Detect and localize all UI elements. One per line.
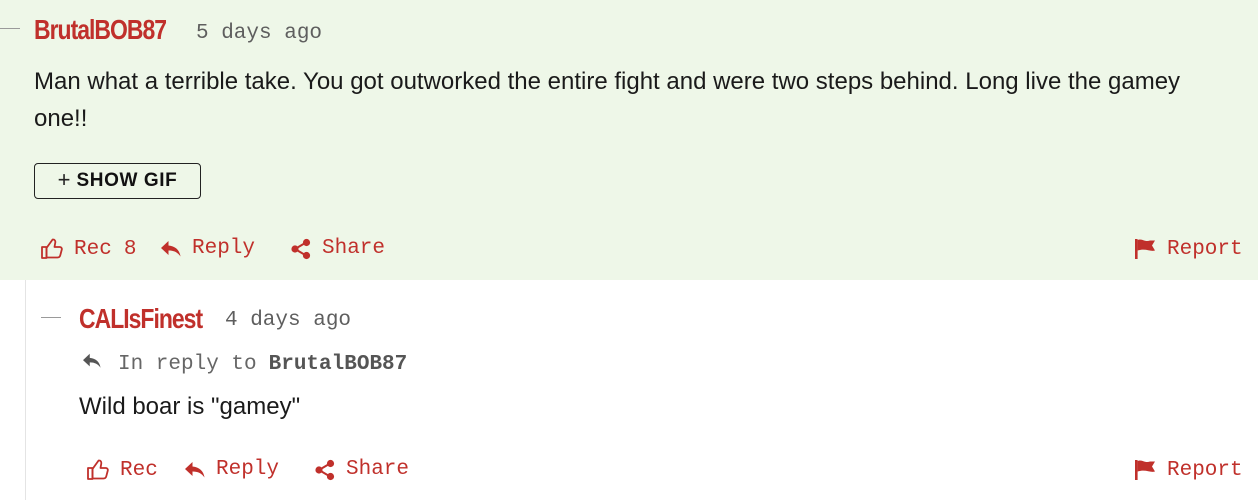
report-button[interactable]: Report [1133,237,1243,261]
comment-body: Wild boar is "gamey" [79,393,301,420]
rec-label: Rec [74,237,112,261]
reply-arrow-icon [184,460,206,480]
in-reply-to: In reply to BrutalBOB87 [82,352,407,377]
share-icon [290,238,312,260]
reply-button[interactable]: Reply [160,237,255,260]
rec-label: Rec [120,458,158,482]
report-button[interactable]: Report [1133,458,1243,482]
reply-arrow-icon [82,352,102,377]
comment-highlighted: BrutalBOB87 5 days ago Man what a terrib… [0,0,1258,280]
comment-author[interactable]: BrutalBOB87 [34,14,167,46]
share-button[interactable]: Share [290,237,385,260]
in-reply-to-user[interactable]: BrutalBOB87 [269,353,408,376]
comment-body: Man what a terrible take. You got outwor… [34,68,1181,132]
report-label: Report [1167,237,1243,261]
show-gif-label: SHOW GIF [76,170,178,191]
rec-count: 8 [123,237,137,261]
reply-button[interactable]: Reply [184,458,279,481]
share-label: Share [322,237,386,260]
plus-icon: + [57,167,71,192]
collapse-comment-toggle[interactable] [41,317,61,318]
reply-arrow-icon [160,239,182,259]
report-label: Report [1167,458,1243,482]
rec-button[interactable]: Rec 8 [40,237,136,261]
comment-author[interactable]: CALIsFinest [79,303,203,335]
thread-indent-line [25,280,26,500]
flag-icon [1133,237,1157,261]
comment-timestamp: 4 days ago [225,309,352,332]
share-icon [314,459,336,481]
thumbs-up-icon [86,458,110,482]
reply-label: Reply [216,458,280,481]
rec-button[interactable]: Rec [86,458,158,482]
thumbs-up-icon [40,237,64,261]
share-button[interactable]: Share [314,458,409,481]
flag-icon [1133,458,1157,482]
share-label: Share [346,458,410,481]
show-gif-button[interactable]: + SHOW GIF [34,163,201,199]
collapse-comment-toggle[interactable] [0,28,20,29]
reply-label: Reply [192,237,256,260]
comment-timestamp: 5 days ago [196,22,323,45]
in-reply-to-prefix: In reply to [118,353,257,376]
